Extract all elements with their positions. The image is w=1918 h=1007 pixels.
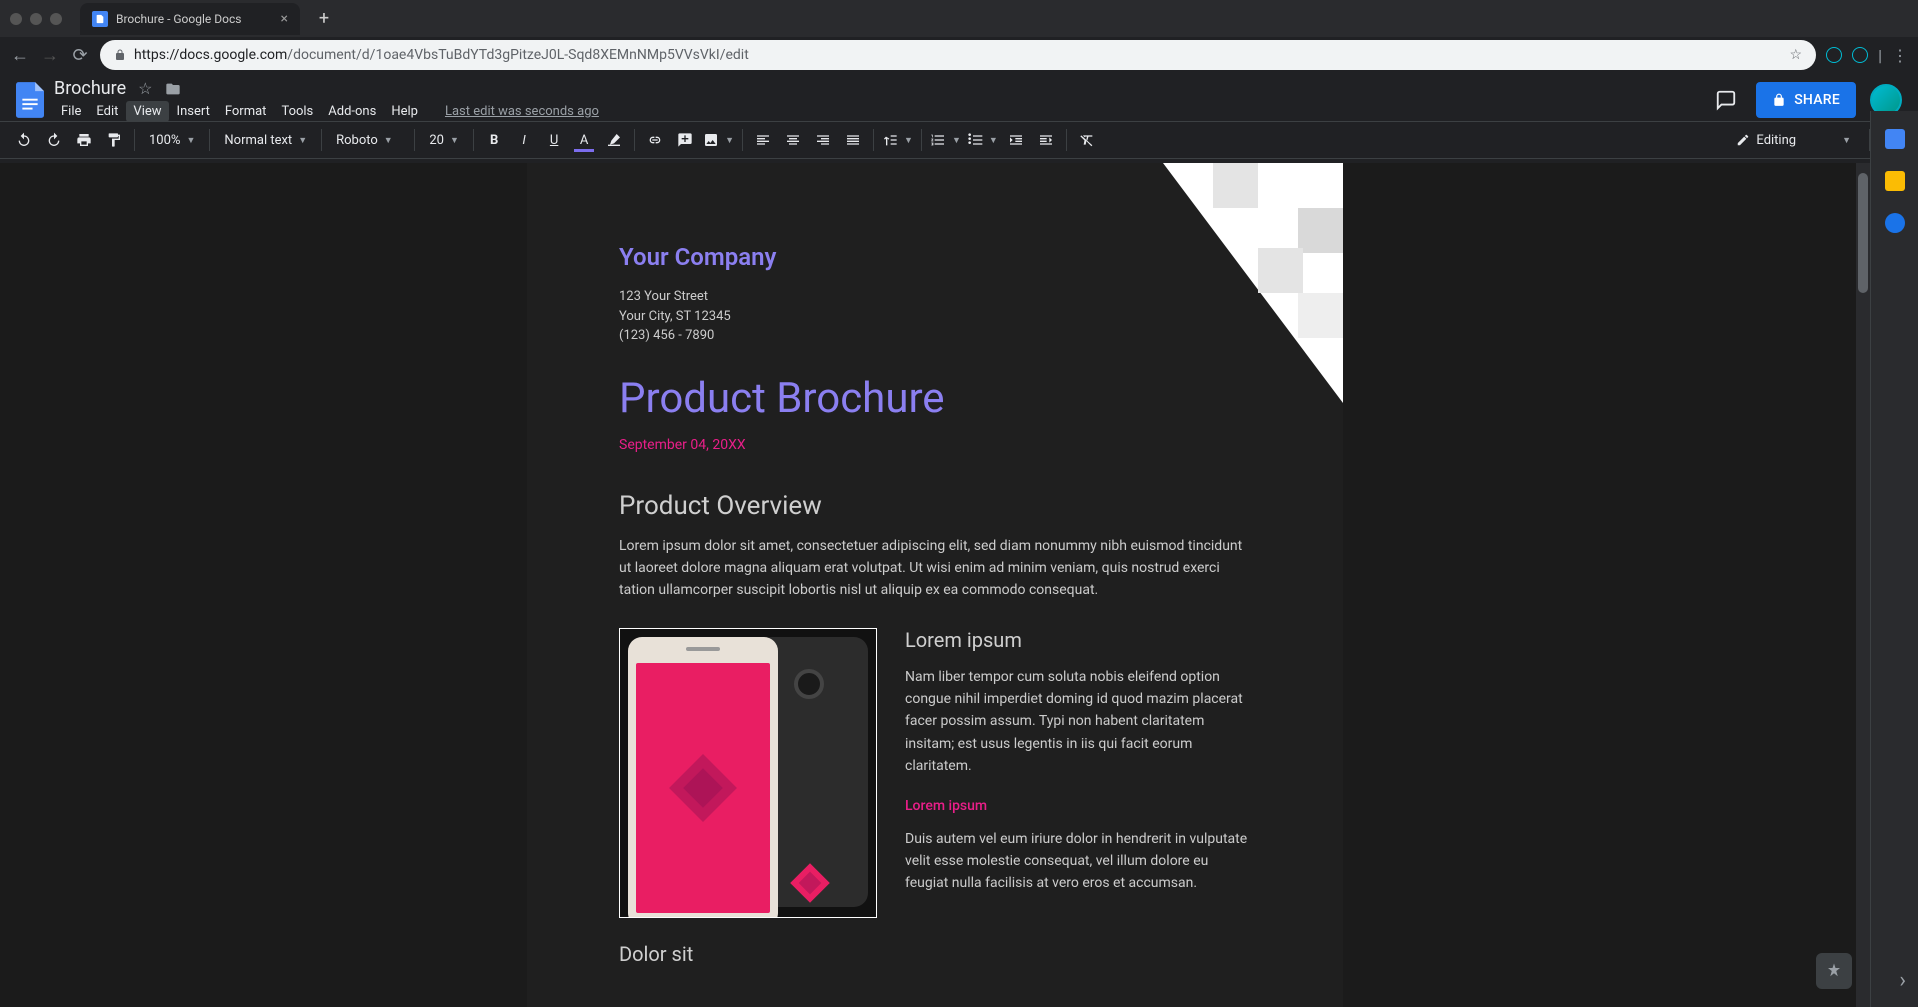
menu-tools[interactable]: Tools xyxy=(274,101,320,122)
star-icon[interactable]: ☆ xyxy=(138,79,152,98)
menu-add-ons[interactable]: Add-ons xyxy=(321,101,383,122)
align-left-button[interactable] xyxy=(749,126,777,154)
tasks-icon[interactable] xyxy=(1885,213,1905,233)
calendar-icon[interactable] xyxy=(1885,129,1905,149)
close-tab-icon[interactable]: × xyxy=(281,11,288,27)
extension-icon[interactable] xyxy=(1826,47,1842,63)
corner-decoration xyxy=(1103,163,1343,403)
back-button[interactable]: ← xyxy=(10,45,30,66)
bold-button[interactable]: B xyxy=(480,126,508,154)
share-button[interactable]: SHARE xyxy=(1756,82,1856,118)
undo-button[interactable] xyxy=(10,126,38,154)
italic-button[interactable]: I xyxy=(510,126,538,154)
numbered-list-button[interactable]: ▼ xyxy=(928,126,963,154)
menu-file[interactable]: File xyxy=(54,101,88,122)
subsection-heading[interactable]: Lorem ipsum xyxy=(905,628,1251,652)
section-heading[interactable]: Product Overview xyxy=(619,491,1251,521)
align-justify-button[interactable] xyxy=(839,126,867,154)
indent-increase-button[interactable] xyxy=(1032,126,1060,154)
document-canvas[interactable]: Your Company 123 Your Street Your City, … xyxy=(0,163,1870,1007)
new-tab-button[interactable]: + xyxy=(310,5,338,33)
comment-button[interactable] xyxy=(671,126,699,154)
window-controls[interactable] xyxy=(10,13,62,25)
indent-decrease-button[interactable] xyxy=(1002,126,1030,154)
extension-icon[interactable] xyxy=(1852,47,1868,63)
print-button[interactable] xyxy=(70,126,98,154)
comments-button[interactable] xyxy=(1710,84,1742,116)
docs-favicon xyxy=(92,11,108,27)
zoom-select[interactable]: 100%▼ xyxy=(141,126,203,154)
pencil-icon xyxy=(1736,133,1750,147)
share-label: SHARE xyxy=(1794,92,1840,108)
align-center-button[interactable] xyxy=(779,126,807,154)
bulleted-list-button[interactable]: ▼ xyxy=(965,126,1000,154)
docs-logo[interactable] xyxy=(10,80,50,120)
redo-button[interactable] xyxy=(40,126,68,154)
menu-format[interactable]: Format xyxy=(218,101,274,122)
body-paragraph[interactable]: Duis autem vel eum iriure dolor in hendr… xyxy=(905,828,1251,895)
lock-icon xyxy=(114,48,126,62)
explore-button[interactable] xyxy=(1816,953,1852,989)
keep-icon[interactable] xyxy=(1885,171,1905,191)
menu-view[interactable]: View xyxy=(126,101,168,122)
image-button[interactable]: ▼ xyxy=(701,126,736,154)
menu-insert[interactable]: Insert xyxy=(170,101,217,122)
forward-button[interactable]: → xyxy=(40,45,60,66)
underline-button[interactable]: U xyxy=(540,126,568,154)
link-button[interactable] xyxy=(641,126,669,154)
clear-formatting-button[interactable] xyxy=(1073,126,1101,154)
address-bar[interactable]: https://docs.google.com/document/d/1oae4… xyxy=(100,40,1816,70)
product-image[interactable] xyxy=(619,628,877,918)
font-size-select[interactable]: 20▼ xyxy=(421,126,467,154)
browser-menu-icon[interactable]: ⋮ xyxy=(1892,46,1908,65)
body-paragraph[interactable]: Nam liber tempor cum soluta nobis eleife… xyxy=(905,666,1251,778)
style-select[interactable]: Normal text▼ xyxy=(216,126,315,154)
font-select[interactable]: Roboto▼ xyxy=(328,126,408,154)
menu-separator: | xyxy=(1878,46,1882,65)
line-spacing-button[interactable]: ▼ xyxy=(880,126,915,154)
subsection-heading[interactable]: Dolor sit xyxy=(619,942,1251,966)
star-icon[interactable]: ☆ xyxy=(1790,47,1803,63)
body-paragraph[interactable]: Lorem ipsum dolor sit amet, consectetuer… xyxy=(619,535,1251,602)
last-edit-link[interactable]: Last edit was seconds ago xyxy=(438,101,606,122)
menu-edit[interactable]: Edit xyxy=(89,101,125,122)
menu-help[interactable]: Help xyxy=(384,101,425,122)
text-color-button[interactable]: A xyxy=(570,126,598,154)
scrollbar-thumb[interactable] xyxy=(1858,173,1868,293)
tab-title: Brochure - Google Docs xyxy=(116,12,241,26)
highlight-button[interactable] xyxy=(600,126,628,154)
move-folder-icon[interactable] xyxy=(164,81,182,97)
align-right-button[interactable] xyxy=(809,126,837,154)
side-panel-toggle[interactable]: › xyxy=(1899,968,1906,993)
paint-format-button[interactable] xyxy=(100,126,128,154)
doc-date[interactable]: September 04, 20XX xyxy=(619,437,1251,453)
lock-icon xyxy=(1772,92,1786,108)
page[interactable]: Your Company 123 Your Street Your City, … xyxy=(527,163,1343,1007)
doc-title[interactable]: Brochure xyxy=(54,78,126,99)
reload-button[interactable]: ⟳ xyxy=(70,45,90,66)
subsection-heading[interactable]: Lorem ipsum xyxy=(905,798,1251,814)
browser-tab[interactable]: Brochure - Google Docs × xyxy=(80,3,300,35)
mode-select[interactable]: Editing ▼ xyxy=(1728,126,1859,154)
